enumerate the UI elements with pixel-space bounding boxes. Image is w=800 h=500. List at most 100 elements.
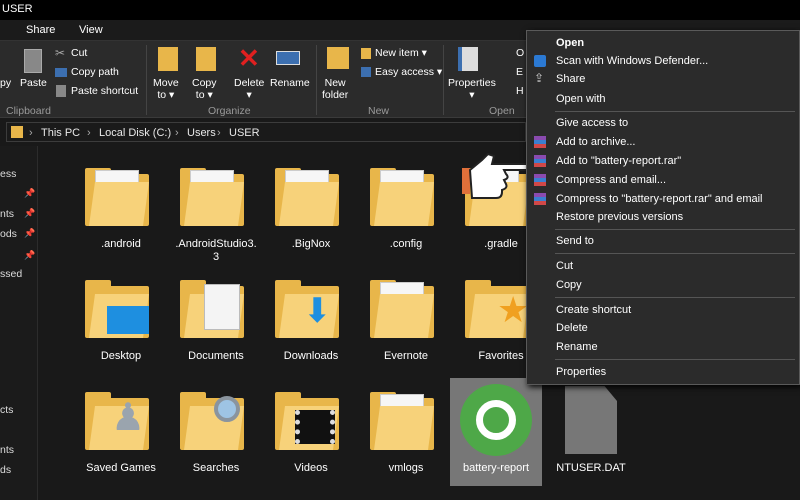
copy-to-button[interactable]: Copy to ▾ xyxy=(192,77,217,101)
ribbon-separator xyxy=(146,45,147,115)
properties-button[interactable]: Properties ▾ xyxy=(448,77,496,101)
menu-item-compress-email[interactable]: Compress and email... xyxy=(556,174,666,186)
searches-folder-icon xyxy=(180,392,244,450)
new-folder-icon xyxy=(327,47,349,69)
menu-item-open-with[interactable]: Open with xyxy=(556,93,606,105)
menu-item-add-to-archive[interactable]: Add to archive... xyxy=(556,136,636,148)
folder-item[interactable]: Evernote xyxy=(360,266,452,374)
folder-item[interactable]: .AndroidStudio3. 3 xyxy=(170,154,262,263)
item-label: .android xyxy=(101,238,141,250)
menu-item-copy[interactable]: Copy xyxy=(556,279,582,291)
history-button-partial[interactable]: H xyxy=(516,85,524,97)
nav-item-documents-2[interactable]: nts xyxy=(0,444,14,456)
item-label: Evernote xyxy=(383,350,429,362)
menu-item-send-to[interactable]: Send to xyxy=(556,235,594,247)
rename-button[interactable]: Rename xyxy=(270,77,310,89)
menu-item-create-shortcut[interactable]: Create shortcut xyxy=(556,304,631,316)
winrar-icon xyxy=(534,136,546,148)
folder-icon xyxy=(370,280,434,338)
paste-shortcut-button[interactable]: Paste shortcut xyxy=(71,85,138,97)
item-label: Desktop xyxy=(100,350,142,362)
pin-icon: 📌 xyxy=(24,228,36,238)
paste-icon xyxy=(24,49,42,73)
rename-icon xyxy=(276,51,300,65)
easy-access-button[interactable]: Easy access ▾ xyxy=(375,66,442,78)
folder-item[interactable]: .android xyxy=(75,154,167,262)
film-strip-icon xyxy=(295,410,335,444)
breadcrumb-separator: › xyxy=(217,127,221,139)
delete-button[interactable]: Delete ▾ xyxy=(234,77,264,101)
file-item[interactable]: NTUSER.DAT xyxy=(545,378,637,486)
nav-item-downloads-2[interactable]: ds xyxy=(0,464,11,476)
item-label: Searches xyxy=(192,462,240,474)
menu-item-rename[interactable]: Rename xyxy=(556,341,598,353)
item-label: Saved Games xyxy=(86,462,156,474)
paste-button[interactable]: Paste xyxy=(20,77,47,89)
folder-icon xyxy=(11,126,23,138)
folder-item[interactable]: Desktop xyxy=(75,266,167,374)
menu-separator xyxy=(555,111,795,112)
menu-item-share[interactable]: Share xyxy=(556,73,585,85)
folder-item[interactable]: vmlogs xyxy=(360,378,452,486)
nav-item-processed[interactable]: ssed xyxy=(0,268,22,280)
tab-share[interactable]: Share xyxy=(26,24,55,36)
nav-item-projects[interactable]: cts xyxy=(0,404,13,416)
downloads-folder-icon: ⬇ xyxy=(275,280,339,338)
new-item-button[interactable]: New item ▾ xyxy=(375,47,427,59)
file-icon xyxy=(565,386,617,454)
breadcrumb-this-pc[interactable]: This PC xyxy=(41,127,80,139)
chess-piece-icon: ♟ xyxy=(111,397,146,439)
folder-icon xyxy=(370,392,434,450)
folder-item[interactable]: Videos xyxy=(265,378,357,486)
breadcrumb-users[interactable]: Users xyxy=(187,127,216,139)
folder-item[interactable]: Documents xyxy=(170,266,262,374)
item-label: .AndroidStudio3. 3 xyxy=(175,238,257,263)
folder-item[interactable]: .config xyxy=(360,154,452,262)
menu-separator xyxy=(555,359,795,360)
scissors-icon: ✂ xyxy=(55,46,66,60)
copy-path-icon xyxy=(55,68,67,77)
address-bar[interactable]: › This PC › Local Disk (C:) › Users › US… xyxy=(6,122,526,142)
menu-item-add-to-rar[interactable]: Add to "battery-report.rar" xyxy=(556,155,681,167)
breadcrumb-local-disk[interactable]: Local Disk (C:) xyxy=(99,127,171,139)
nav-item-documents[interactable]: nts xyxy=(0,208,14,220)
move-to-button[interactable]: Move to ▾ xyxy=(153,77,179,101)
breadcrumb-separator: › xyxy=(175,127,179,139)
breadcrumb-user[interactable]: USER xyxy=(229,127,260,139)
item-label: Downloads xyxy=(283,350,339,362)
menu-item-scan-defender[interactable]: Scan with Windows Defender... xyxy=(556,55,708,67)
folder-item[interactable]: Searches xyxy=(170,378,262,486)
copy-button-partial[interactable]: py xyxy=(0,77,11,89)
new-group-label: New xyxy=(368,105,390,117)
folder-item[interactable]: .BigNox xyxy=(265,154,357,262)
breadcrumb-separator: › xyxy=(29,127,33,139)
context-menu: Open Scan with Windows Defender... ⇪ Sha… xyxy=(526,30,800,385)
menu-item-open[interactable]: Open xyxy=(556,37,584,49)
menu-item-compress-to-rar-email[interactable]: Compress to "battery-report.rar" and ema… xyxy=(556,193,763,205)
open-button-partial[interactable]: O xyxy=(516,47,524,59)
new-item-icon xyxy=(361,48,371,59)
new-folder-button[interactable]: New folder xyxy=(322,77,348,101)
coccoc-icon xyxy=(460,384,532,456)
menu-item-cut[interactable]: Cut xyxy=(556,260,573,272)
edit-button-partial[interactable]: E xyxy=(516,66,523,78)
menu-item-properties[interactable]: Properties xyxy=(556,366,606,378)
window-title: USER xyxy=(2,3,33,15)
nav-item-quick-access[interactable]: ess xyxy=(0,168,16,180)
selected-file-item[interactable]: battery-report xyxy=(450,378,542,486)
winrar-icon xyxy=(534,174,546,186)
copy-path-button[interactable]: Copy path xyxy=(71,66,119,78)
menu-item-restore-versions[interactable]: Restore previous versions xyxy=(556,211,683,223)
ribbon-separator xyxy=(443,45,444,115)
desktop-folder-icon xyxy=(85,280,149,338)
menu-item-give-access[interactable]: Give access to xyxy=(556,117,628,129)
menu-item-delete[interactable]: Delete xyxy=(556,322,588,334)
cut-button[interactable]: Cut xyxy=(71,47,87,59)
folder-item[interactable]: ♟ Saved Games xyxy=(75,378,167,486)
item-label: vmlogs xyxy=(388,462,424,474)
menu-separator xyxy=(555,229,795,230)
folder-item[interactable]: ⬇ Downloads xyxy=(265,266,357,374)
nav-item-downloads[interactable]: ods xyxy=(0,228,17,240)
download-arrow-icon: ⬇ xyxy=(303,292,332,330)
tab-view[interactable]: View xyxy=(79,24,103,36)
